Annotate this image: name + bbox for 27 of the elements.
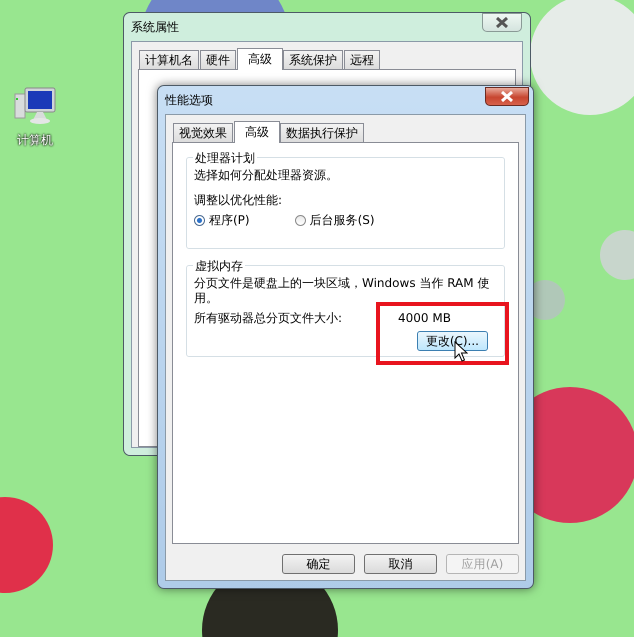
tab[interactable]: 高级 — [234, 121, 280, 143]
close-icon — [500, 91, 514, 102]
radio-option[interactable]: 程序(P) — [194, 212, 250, 229]
option-label: 调整以优化性能: — [194, 193, 284, 208]
close-icon — [495, 17, 509, 28]
computer-icon[interactable] — [13, 86, 57, 126]
close-button[interactable] — [485, 87, 529, 106]
tab[interactable]: 远程 — [344, 50, 380, 69]
window-title: 系统属性 — [131, 18, 179, 36]
window-title: 性能选项 — [165, 92, 213, 108]
radio-option[interactable]: 后台服务(S) — [294, 212, 375, 229]
group-title: 虚拟内存 — [193, 258, 245, 275]
tab[interactable]: 视觉效果 — [173, 123, 233, 142]
icon-label: 计算机 — [17, 132, 53, 149]
group-title: 处理器计划 — [193, 150, 257, 167]
field-label: 所有驱动器总分页文件大小: — [194, 311, 344, 326]
description-text: 分页文件是硬盘上的一块区域，Windows 当作 RAM 使用。 — [194, 276, 490, 306]
tab[interactable]: 系统保护 — [283, 50, 343, 69]
description-text: 选择如何分配处理器资源。 — [194, 168, 339, 183]
change-button[interactable]: 更改(C)... — [416, 331, 488, 351]
tab[interactable]: 硬件 — [200, 50, 236, 69]
tab[interactable]: 数据执行保护 — [280, 123, 364, 142]
tab[interactable]: 高级 — [237, 48, 283, 70]
field-value: 4000 MB — [398, 311, 451, 326]
cancel-button[interactable]: 取消 — [364, 554, 437, 574]
tab[interactable]: 计算机名 — [139, 50, 199, 69]
ok-button[interactable]: 确定 — [282, 554, 355, 574]
